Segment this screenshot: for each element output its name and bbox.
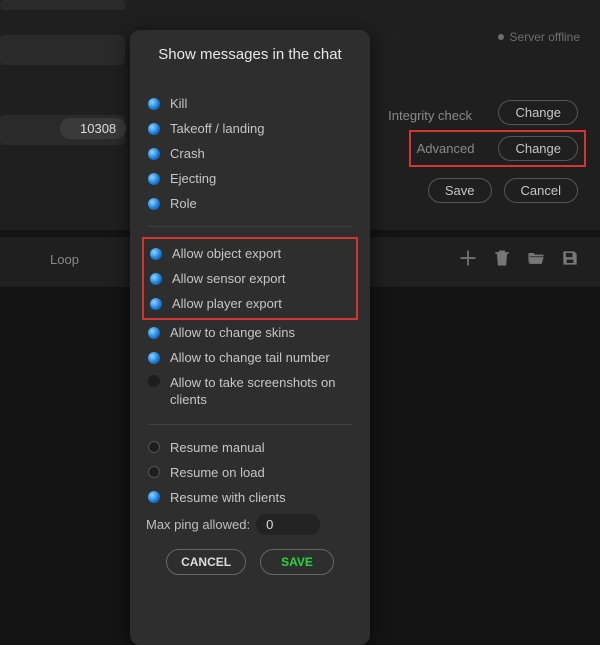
event-crash-row[interactable]: Crash [144,141,356,166]
divider [148,424,352,425]
checkbox-icon [148,123,160,135]
checkbox-icon [148,173,160,185]
checkbox-icon [148,98,160,110]
checkbox-icon [150,273,162,285]
option-label: Ejecting [170,171,216,186]
export-options-highlight: Allow object export Allow sensor export … [142,237,358,320]
advanced-change-button[interactable]: Change [498,136,578,161]
option-label: Allow sensor export [172,271,285,286]
server-status-text: Server offline [510,30,580,44]
option-label: Allow player export [172,296,282,311]
loop-label: Loop [50,252,79,267]
allow-player-export-row[interactable]: Allow player export [146,291,354,316]
allow-change-skins-row[interactable]: Allow to change skins [144,320,356,345]
port-value: 10308 [80,121,116,136]
max-ping-input[interactable] [256,514,320,535]
allow-change-tail-row[interactable]: Allow to change tail number [144,345,356,370]
option-label: Resume with clients [170,490,286,505]
option-label: Allow to change skins [170,325,295,340]
advanced-label: Advanced [417,141,475,156]
folder-open-icon[interactable] [526,248,546,268]
checkbox-icon [148,352,160,364]
option-label: Role [170,196,197,211]
bg-save-cancel: Save Cancel [428,178,578,203]
divider [148,226,352,227]
modal-buttons: CANCEL SAVE [144,549,356,575]
bg-cancel-button[interactable]: Cancel [504,178,578,203]
chat-messages-modal: Show messages in the chat Kill Takeoff /… [130,30,370,645]
resume-manual-row[interactable]: Resume manual [144,435,356,460]
event-ejecting-row[interactable]: Ejecting [144,166,356,191]
option-label: Crash [170,146,205,161]
option-label: Resume manual [170,440,265,455]
resume-with-clients-row[interactable]: Resume with clients [144,485,356,510]
radio-icon [148,466,160,478]
checkbox-icon [150,248,162,260]
server-status: Server offline [498,30,580,44]
port-field[interactable]: 10308 [60,118,126,139]
bg-decoration [0,35,125,65]
checkbox-icon [148,198,160,210]
advanced-row-highlight: Advanced Change [409,130,586,167]
integrity-change-button[interactable]: Change [498,100,578,125]
resume-on-load-row[interactable]: Resume on load [144,460,356,485]
checkbox-icon [148,148,160,160]
option-label: Takeoff / landing [170,121,264,136]
radio-icon [148,441,160,453]
allow-object-export-row[interactable]: Allow object export [146,241,354,266]
event-takeoff-row[interactable]: Takeoff / landing [144,116,356,141]
event-role-row[interactable]: Role [144,191,356,216]
add-icon[interactable] [458,248,478,268]
max-ping-row: Max ping allowed: [144,514,356,535]
trash-icon[interactable] [492,248,512,268]
modal-title: Show messages in the chat [144,46,356,63]
option-label: Allow object export [172,246,281,261]
allow-screenshots-row[interactable]: Allow to take screenshots on clients [144,370,356,414]
bg-save-button[interactable]: Save [428,178,492,203]
option-label: Allow to take screenshots on clients [170,375,352,409]
modal-save-button[interactable]: SAVE [260,549,334,575]
modal-cancel-button[interactable]: CANCEL [166,549,246,575]
checkbox-icon [150,298,162,310]
allow-sensor-export-row[interactable]: Allow sensor export [146,266,354,291]
integrity-check-label: Integrity check [388,108,472,123]
option-label: Resume on load [170,465,265,480]
max-ping-label: Max ping allowed: [146,517,250,532]
playlist-toolbar [458,248,580,268]
checkbox-icon [148,375,160,387]
radio-icon [148,491,160,503]
bg-decoration [0,0,125,10]
save-icon[interactable] [560,248,580,268]
checkbox-icon [148,327,160,339]
event-kill-row[interactable]: Kill [144,91,356,116]
option-label: Allow to change tail number [170,350,330,365]
option-label: Kill [170,96,187,111]
